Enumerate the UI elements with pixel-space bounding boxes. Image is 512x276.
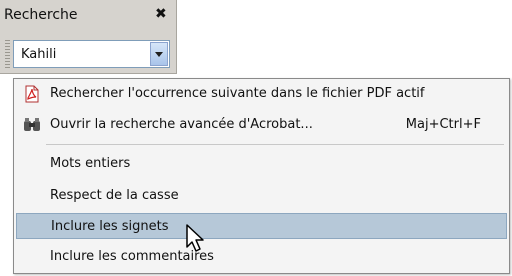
menu-separator [46,144,504,145]
menu-item-shortcut: Maj+Ctrl+F [405,117,481,132]
menu-item-include-bookmarks[interactable]: Inclure les signets [16,213,507,239]
search-combobox[interactable]: Kahili [13,40,170,68]
menu-item-match-case[interactable]: Respect de la casse [16,183,507,209]
close-icon[interactable]: ✖ [155,7,167,21]
mouse-cursor-icon [186,224,204,252]
search-input[interactable]: Kahili [21,47,56,62]
search-panel: Recherche ✖ Kahili [0,0,177,74]
pdf-icon [25,85,39,103]
panel-title: Recherche [4,7,78,23]
menu-item-include-comments[interactable]: Inclure les commentaires [16,244,507,270]
binoculars-icon [24,118,40,131]
menu-item-whole-words[interactable]: Mots entiers [16,151,507,177]
menu-item-advanced-search[interactable]: Ouvrir la recherche avancée d'Acrobat...… [16,112,507,138]
menu-item-label: Ouvrir la recherche avancée d'Acrobat... [50,117,313,132]
chevron-down-icon [155,52,163,57]
menu-item-label: Mots entiers [50,156,131,171]
menu-item-label: Respect de la casse [50,188,179,203]
menu-item-label: Inclure les signets [51,219,169,234]
dropdown-button[interactable] [150,42,168,66]
menu-item-label: Rechercher l'occurrence suivante dans le… [50,86,425,101]
toolbar-grip[interactable] [5,40,10,68]
menu-item-find-next[interactable]: Rechercher l'occurrence suivante dans le… [16,81,507,107]
search-options-menu: Rechercher l'occurrence suivante dans le… [13,78,510,274]
